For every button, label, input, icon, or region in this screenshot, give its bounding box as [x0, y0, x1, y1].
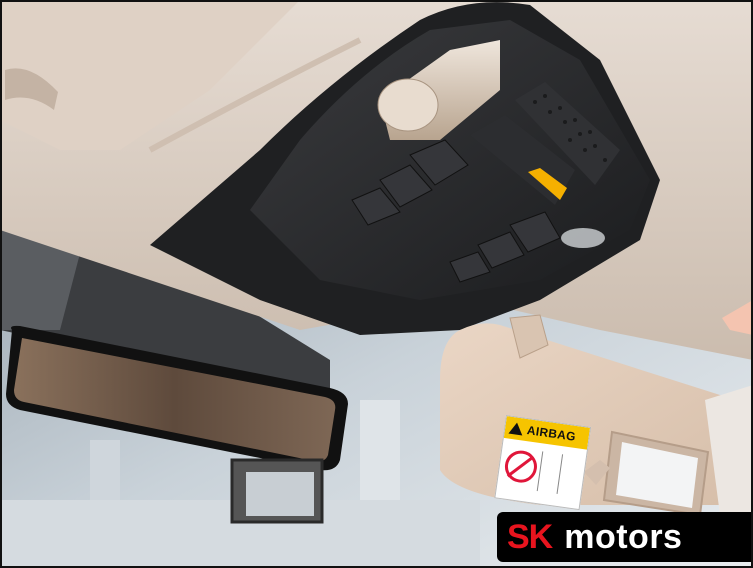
- book-pictogram-icon: [556, 454, 577, 496]
- airbag-label-pictograms: [495, 438, 587, 510]
- dome-light-left: [377, 78, 439, 132]
- sk-motors-watermark: SK motors: [497, 512, 753, 562]
- car-interior-photo: AIRBAG SK motors: [0, 0, 753, 568]
- airbag-warning-label: AIRBAG: [494, 415, 592, 511]
- warning-triangle-icon: [508, 421, 524, 436]
- airbag-label-title: AIRBAG: [526, 423, 577, 444]
- rear-camera-screen: [246, 472, 314, 516]
- seat-pictogram-icon: [536, 451, 558, 494]
- car-interior-scene: [0, 0, 753, 568]
- watermark-motors: motors: [564, 517, 683, 556]
- console-reflection: [561, 228, 605, 248]
- watermark-sk: SK: [507, 517, 553, 556]
- no-child-seat-icon: [502, 448, 540, 485]
